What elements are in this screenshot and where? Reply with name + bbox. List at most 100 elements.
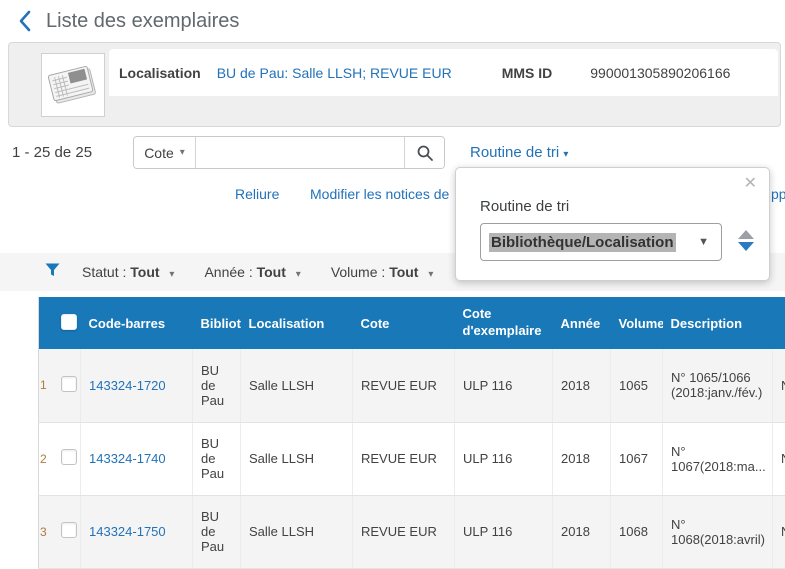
library-cell: BU de Pau [193, 349, 241, 422]
sort-ascending-icon [738, 230, 754, 239]
page-header: Liste des exemplaires [0, 0, 785, 42]
sort-routine-popup: ✕ Routine de tri Bibliothèque/Localisati… [455, 167, 770, 281]
table-header-row: Code-barres Bibliot Localisation Cote Co… [39, 297, 785, 349]
mms-id-value: 990001305890206166 [590, 65, 730, 81]
volume-cell: 1068 [611, 495, 663, 568]
chevron-down-icon: ▾ [180, 147, 185, 158]
chevron-down-icon: ▾ [428, 269, 433, 280]
cote-cell: REVUE EUR [353, 349, 455, 422]
item-cote-cell: ULP 116 [455, 349, 553, 422]
select-all-header [53, 297, 81, 349]
filter-statut[interactable]: Statut : Tout ▾ [82, 264, 174, 280]
localisation-label: Localisation [119, 65, 201, 81]
barcode-link[interactable]: 143324-1720 [89, 378, 166, 393]
col-header-cote-exemplaire[interactable]: Cote d'exemplaire [455, 297, 553, 349]
cote-cell: REVUE EUR [353, 495, 455, 568]
row-select-cell [53, 495, 81, 568]
col-header-code-barres[interactable]: Code-barres [81, 297, 193, 349]
record-summary: Localisation BU de Pau: Salle LLSH; REVU… [8, 42, 781, 127]
close-icon[interactable]: ✕ [744, 176, 757, 192]
item-cote-cell: ULP 116 [455, 422, 553, 495]
location-cell: Salle LLSH [241, 422, 353, 495]
select-all-checkbox[interactable] [61, 314, 77, 330]
barcode-cell: 143324-1720 [81, 349, 193, 422]
row-number: 1 [39, 349, 53, 422]
row-number-header [39, 297, 53, 349]
reliure-link[interactable]: Reliure [235, 186, 279, 202]
popup-title: Routine de tri [480, 198, 569, 215]
table-row: 1 143324-1720 BU de Pau Salle LLSH REVUE… [39, 349, 785, 422]
year-cell: 2018 [553, 422, 611, 495]
location-cell: Salle LLSH [241, 495, 353, 568]
row-checkbox[interactable] [61, 376, 77, 392]
row-checkbox[interactable] [61, 522, 77, 538]
barcode-cell: 143324-1750 [81, 495, 193, 568]
result-count: 1 - 25 de 25 [12, 144, 92, 161]
cote-cell: REVUE EUR [353, 422, 455, 495]
col-header-localisation[interactable]: Localisation [241, 297, 353, 349]
library-cell: BU de Pau [193, 422, 241, 495]
truncated-action-link[interactable]: pp [771, 186, 785, 202]
search-field-dropdown[interactable]: Cote ▾ [134, 137, 196, 168]
row-checkbox[interactable] [61, 449, 77, 465]
sort-descending-icon [738, 242, 754, 251]
search-group: Cote ▾ [133, 136, 445, 169]
journal-thumbnail [41, 53, 105, 117]
filter-volume[interactable]: Volume : Tout ▾ [331, 264, 434, 280]
table-row: 2 143324-1740 BU de Pau Salle LLSH REVUE… [39, 422, 785, 495]
search-input[interactable] [196, 137, 404, 168]
volume-cell: 1065 [611, 349, 663, 422]
filter-volume-label: Volume : [331, 264, 385, 280]
location-cell: Salle LLSH [241, 349, 353, 422]
filter-icon[interactable] [45, 263, 60, 282]
filter-statut-value: Tout [130, 264, 159, 280]
row-number: 3 [39, 495, 53, 568]
chevron-down-icon: ▼ [698, 236, 709, 248]
col-header-volume[interactable]: Volume [611, 297, 663, 349]
year-cell: 2018 [553, 349, 611, 422]
row-select-cell [53, 422, 81, 495]
search-icon [416, 144, 434, 162]
localisation-link[interactable]: BU de Pau: Salle LLSH; REVUE EUR [217, 65, 452, 81]
barcode-cell: 143324-1740 [81, 422, 193, 495]
selected-sort-option: Bibliothèque/Localisation [489, 233, 676, 252]
barcode-link[interactable]: 143324-1740 [89, 451, 166, 466]
row-number: 2 [39, 422, 53, 495]
col-header-description[interactable]: Description [663, 297, 773, 349]
mms-id-label: MMS ID [502, 65, 553, 81]
filter-annee-value: Tout [257, 264, 286, 280]
barcode-link[interactable]: 143324-1750 [89, 524, 166, 539]
modifier-notices-link[interactable]: Modifier les notices de [310, 186, 449, 202]
search-field-label: Cote [144, 145, 174, 161]
clipped-cell: N [773, 495, 785, 568]
col-header-cote[interactable]: Cote [353, 297, 455, 349]
col-header-bibliotheque[interactable]: Bibliot [193, 297, 241, 349]
description-cell: N° 1067(2018:ma... [663, 422, 773, 495]
sort-routine-menu[interactable]: Routine de tri ▾ [470, 144, 568, 161]
filter-annee-label: Année : [204, 264, 252, 280]
search-button[interactable] [404, 137, 444, 168]
sort-routine-label: Routine de tri [470, 144, 559, 161]
year-cell: 2018 [553, 495, 611, 568]
table-row: 3 143324-1750 BU de Pau Salle LLSH REVUE… [39, 495, 785, 568]
clipped-cell: N [773, 422, 785, 495]
col-header-clipped [773, 297, 785, 349]
description-cell: N° 1065/1066 (2018:janv./fév.) [663, 349, 773, 422]
filter-annee[interactable]: Année : Tout ▾ [204, 264, 300, 280]
item-cote-cell: ULP 116 [455, 495, 553, 568]
col-header-annee[interactable]: Année [553, 297, 611, 349]
sort-direction-toggle[interactable] [738, 230, 754, 254]
volume-cell: 1067 [611, 422, 663, 495]
clipped-cell: N [773, 349, 785, 422]
sort-routine-select[interactable]: Bibliothèque/Localisation ▼ [480, 223, 722, 261]
chevron-down-icon: ▾ [563, 149, 568, 160]
description-cell: N° 1068(2018:avril) [663, 495, 773, 568]
filter-volume-value: Tout [389, 264, 418, 280]
back-icon[interactable] [12, 8, 38, 34]
items-table: Code-barres Bibliot Localisation Cote Co… [38, 297, 785, 569]
library-cell: BU de Pau [193, 495, 241, 568]
page-title: Liste des exemplaires [46, 10, 239, 33]
summary-fields: Localisation BU de Pau: Salle LLSH; REVU… [109, 49, 778, 96]
chevron-down-icon: ▾ [296, 269, 301, 280]
filter-statut-label: Statut : [82, 264, 126, 280]
